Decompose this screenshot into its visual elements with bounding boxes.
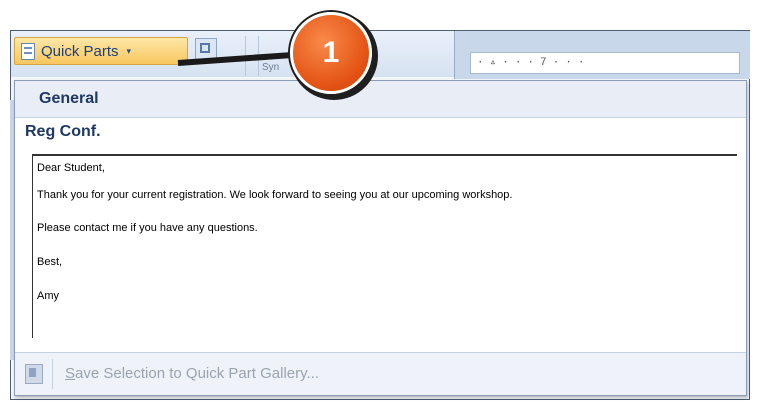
footer-separator <box>52 359 53 389</box>
ribbon-group-caption: Syn <box>262 62 280 73</box>
save-selection-icon <box>25 364 43 384</box>
quick-parts-button[interactable]: Quick Parts ▾ <box>14 37 188 65</box>
quick-part-entry-name[interactable]: Reg Conf. <box>25 123 101 141</box>
preview-line: Please contact me if you have any questi… <box>37 222 258 234</box>
preview-line: Amy <box>37 290 59 302</box>
gallery-section-header: General <box>15 81 746 118</box>
quick-parts-dropdown: General Reg Conf. Dear Student, Thank yo… <box>14 80 747 396</box>
menu-item-label: ave Selection to Quick Part Gallery... <box>75 365 320 382</box>
chevron-down-icon: ▾ <box>126 45 132 56</box>
quick-parts-label: Quick Parts <box>41 42 119 60</box>
preview-line: Dear Student, <box>37 162 105 174</box>
step-callout-badge: 1 <box>290 12 372 94</box>
quick-parts-icon <box>21 42 35 60</box>
access-key-letter: S <box>65 365 76 382</box>
quick-part-entry-preview[interactable]: Dear Student, Thank you for your current… <box>32 154 737 338</box>
preview-line: Thank you for your current registration.… <box>37 189 513 201</box>
save-selection-to-gallery-item[interactable]: Save Selection to Quick Part Gallery... <box>65 365 319 382</box>
dropdown-footer: Save Selection to Quick Part Gallery... <box>15 352 746 395</box>
preview-line: Best, <box>37 256 63 268</box>
section-title: General <box>39 90 99 107</box>
horizontal-ruler: ·▵···7··· <box>470 52 740 74</box>
